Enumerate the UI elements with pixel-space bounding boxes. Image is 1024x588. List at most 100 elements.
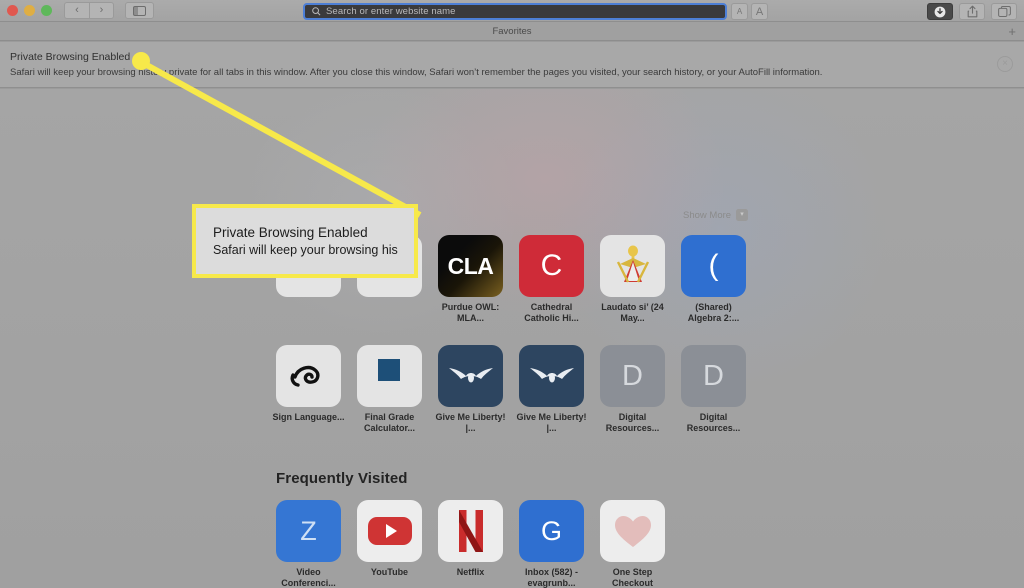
favorite-label: (Shared) Algebra 2:... (687, 302, 740, 323)
zoom-icon[interactable]: Z (276, 500, 341, 562)
blue-square-icon (377, 359, 400, 381)
paren-icon: ( (708, 249, 719, 282)
search-icon (312, 7, 321, 16)
favorite-label: Give Me Liberty! |... (435, 412, 506, 433)
navigation-buttons: ‹ › (64, 2, 114, 19)
favorite-label: Cathedral Catholic Hi... (524, 302, 579, 323)
favorite-tile[interactable]: CLA Purdue OWL: MLA... (438, 235, 503, 324)
back-button[interactable]: ‹ (64, 2, 89, 19)
gmail-icon[interactable]: G (519, 500, 584, 562)
share-button[interactable] (959, 3, 985, 20)
tabs-overview-icon (997, 6, 1011, 17)
zoom-window-button[interactable] (41, 5, 52, 16)
chevron-left-icon: ‹ (75, 4, 79, 16)
frequently-visited-label: YouTube (370, 567, 409, 577)
youtube-icon[interactable] (357, 500, 422, 562)
decrease-text-size-button[interactable]: A (731, 3, 748, 20)
letter-d-icon: D (703, 359, 724, 392)
zoom-icon: Z (300, 515, 317, 546)
eagle-icon[interactable] (438, 345, 503, 407)
favorite-label: Sign Language... (272, 412, 345, 422)
eagle-icon (448, 368, 493, 383)
blue-square-icon[interactable] (357, 345, 422, 407)
favorite-tile[interactable]: Give Me Liberty! |... (435, 345, 506, 434)
downloads-button[interactable] (927, 3, 953, 20)
frequently-visited-tile[interactable]: YouTube (357, 500, 422, 588)
show-more-label: Show More (683, 209, 732, 221)
browser-toolbar: ‹ › Search or enter website name A A (0, 0, 1024, 22)
small-a-icon: A (736, 7, 743, 16)
gmail-icon: G (540, 515, 562, 546)
text-size-controls: A A (731, 3, 768, 20)
favorite-tile[interactable]: Laudato si’ (24 May... (600, 235, 665, 324)
tab-favorites[interactable]: Favorites (492, 26, 531, 37)
frequently-visited-label: Netflix (456, 567, 485, 577)
annotation-callout: Private Browsing Enabled Safari will kee… (192, 204, 418, 278)
eagle-icon (529, 368, 574, 383)
frequently-visited-label: Video Conferenci... (281, 567, 336, 588)
letter-c-icon: C (540, 249, 563, 282)
favorite-label: Digital Resources... (686, 412, 741, 433)
cla-icon[interactable]: CLA (438, 235, 503, 297)
frequently-visited-tile[interactable]: Netflix (438, 500, 503, 588)
heart-icon[interactable] (600, 500, 665, 562)
chevron-down-icon: ▾ (736, 209, 749, 221)
favorite-label: Laudato si’ (24 May... (601, 302, 664, 323)
sidebar-toggle-button[interactable] (125, 2, 154, 19)
banner-close-button[interactable]: × (997, 56, 1013, 72)
forward-button[interactable]: › (89, 2, 114, 19)
eagle-icon[interactable] (519, 345, 584, 407)
favorite-tile[interactable]: Final Grade Calculator... (357, 345, 422, 434)
letter-c-icon[interactable]: C (519, 235, 584, 297)
favorite-tile[interactable]: Sign Language... (273, 345, 345, 434)
favorites-row-2: Sign Language... Final Grade Calculator..… (273, 345, 746, 434)
netflix-icon (458, 510, 483, 552)
new-tab-button[interactable]: + (1008, 25, 1016, 38)
favorite-tile[interactable]: D Digital Resources... (681, 345, 746, 434)
favorite-label: Purdue OWL: MLA... (441, 302, 500, 323)
youtube-icon (367, 517, 412, 545)
favorite-tile[interactable]: Give Me Liberty! |... (516, 345, 587, 434)
address-bar-placeholder: Search or enter website name (326, 6, 456, 17)
frequently-visited-label: One Step Checkout (611, 567, 653, 588)
tab-bar: Favorites + (0, 22, 1024, 41)
increase-text-size-button[interactable]: A (751, 3, 768, 20)
favorite-tile[interactable]: ( (Shared) Algebra 2:... (681, 235, 746, 324)
cla-icon: CLA (447, 252, 494, 279)
frequently-visited-label: Inbox (582) - evagrunb... (524, 567, 578, 588)
favorite-tile[interactable]: D Digital Resources... (600, 345, 665, 434)
frequently-visited-row: Z Video Conferenci... YouTube Netflix G Inbox… (276, 500, 665, 588)
start-page-content: Favorites Show More ▾ CLAPurdue OWL: ML… (0, 89, 1024, 588)
chevron-right-icon: › (99, 4, 104, 16)
letter-d-icon[interactable]: D (600, 345, 665, 407)
window-controls (0, 5, 52, 16)
banner-title: Private Browsing Enabled (10, 51, 131, 63)
sign-language-icon[interactable] (276, 345, 341, 407)
favorite-tile[interactable]: C Cathedral Catholic Hi... (519, 235, 584, 324)
favorite-label: Final Grade Calculator... (363, 412, 416, 433)
favorite-label: Digital Resources... (605, 412, 660, 433)
frequently-visited-heading: Frequently Visited (276, 470, 408, 487)
paren-icon[interactable]: ( (681, 235, 746, 297)
close-window-button[interactable] (7, 5, 18, 16)
large-a-icon: A (755, 5, 764, 18)
frequently-visited-tile[interactable]: One Step Checkout (600, 500, 665, 588)
heart-icon (614, 516, 651, 547)
toolbar-right-buttons (927, 3, 1017, 20)
address-bar[interactable]: Search or enter website name (303, 3, 727, 20)
callout-subtitle: Safari will keep your browsing his (213, 242, 398, 257)
frequently-visited-tile[interactable]: G Inbox (582) - evagrunb... (519, 500, 584, 588)
tabs-overview-button[interactable] (991, 3, 1017, 20)
sidebar-icon (133, 5, 146, 16)
show-more-button[interactable]: Show More ▾ (683, 209, 749, 221)
letter-d-icon[interactable]: D (681, 345, 746, 407)
vatican-crest-icon (616, 245, 649, 283)
favorite-label: Give Me Liberty! |... (516, 412, 587, 433)
download-icon (934, 6, 946, 17)
vatican-crest-icon[interactable] (600, 235, 665, 297)
minimize-window-button[interactable] (24, 5, 35, 16)
private-browsing-banner: Private Browsing Enabled Safari will kee… (0, 42, 1024, 88)
callout-title: Private Browsing Enabled (213, 224, 368, 240)
netflix-icon[interactable] (438, 500, 503, 562)
frequently-visited-tile[interactable]: Z Video Conferenci... (276, 500, 341, 588)
